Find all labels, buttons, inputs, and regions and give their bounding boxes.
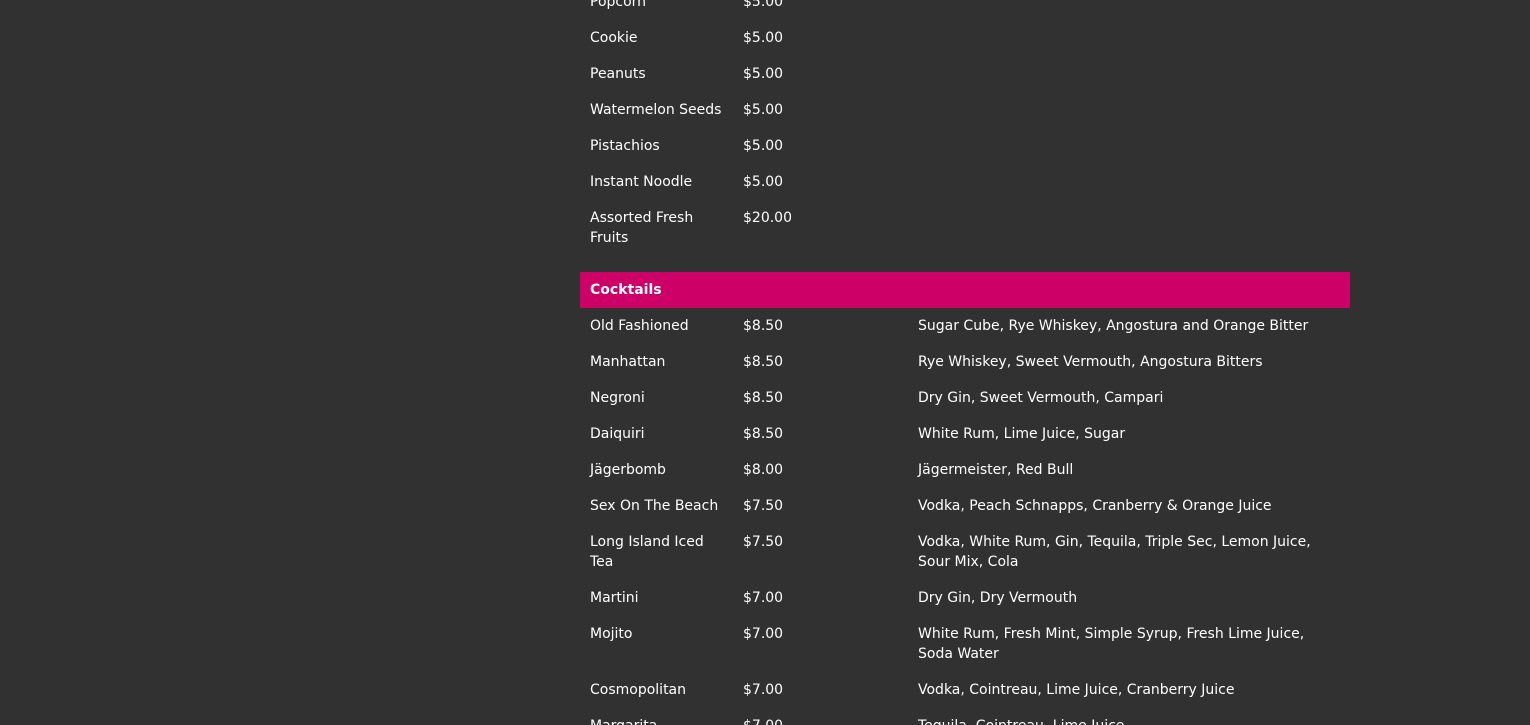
item-description: Vodka, Cointreau, Lime Juice, Cranberry …	[918, 682, 1235, 698]
item-price: $7.00	[743, 590, 784, 606]
menu-item-row: Pistachios $5.00	[580, 128, 1350, 164]
menu-item-row: Margarita $7.00 Tequila, Cointreau, Lime…	[580, 708, 1350, 725]
menu-item-row: Jägerbomb $8.00 Jägermeister, Red Bull	[580, 452, 1350, 488]
menu-item-row: Manhattan $8.50 Rye Whiskey, Sweet Vermo…	[580, 344, 1350, 380]
menu-item-row: Daiquiri $8.50 White Rum, Lime Juice, Su…	[580, 416, 1350, 452]
menu-item-row: Long Island Iced Tea $7.50 Vodka, White …	[580, 524, 1350, 580]
item-name: Margarita	[580, 708, 733, 725]
item-price: $5.00	[743, 66, 784, 82]
item-name: Martini	[590, 590, 639, 606]
item-name: Pistachios	[590, 138, 660, 154]
item-name: Mojito	[590, 626, 633, 642]
item-name: Long Island Iced Tea	[590, 534, 704, 570]
item-price: $8.50	[743, 318, 784, 334]
menu-table: Popcorn $5.00 Cookie $5.00 Peanuts $5.00…	[580, 0, 1350, 725]
item-price: $5.00	[743, 174, 784, 190]
item-name: Assorted Fresh Fruits	[590, 210, 694, 246]
item-price: $5.00	[743, 0, 784, 10]
menu-item-row: Instant Noodle $5.00	[580, 164, 1350, 200]
item-description	[908, 0, 1350, 20]
item-name: Daiquiri	[590, 426, 645, 442]
menu-item-row: Mojito $7.00 White Rum, Fresh Mint, Simp…	[580, 616, 1350, 672]
section-spacer	[580, 256, 1350, 272]
item-description: Vodka, Peach Schnapps, Cranberry & Orang…	[918, 498, 1272, 514]
item-price: $7.50	[743, 498, 784, 514]
item-name: Jägerbomb	[590, 462, 666, 478]
item-description: Jägermeister, Red Bull	[918, 462, 1074, 478]
section-title: Cocktails	[580, 272, 1350, 308]
item-description	[908, 92, 1350, 128]
item-price: $7.00	[743, 626, 784, 642]
item-description	[908, 164, 1350, 200]
item-description: Vodka, White Rum, Gin, Tequila, Triple S…	[918, 534, 1311, 570]
menu-item-row: Cosmopolitan $7.00 Vodka, Cointreau, Lim…	[580, 672, 1350, 708]
item-price: $8.00	[743, 462, 784, 478]
item-price: $8.50	[743, 354, 784, 370]
item-price: $8.50	[743, 390, 784, 406]
item-name: Cosmopolitan	[590, 682, 687, 698]
menu-item-row: Martini $7.00 Dry Gin, Dry Vermouth	[580, 580, 1350, 616]
item-name: Popcorn	[590, 0, 647, 10]
item-name: Negroni	[590, 390, 645, 406]
item-name: Watermelon Seeds	[590, 102, 722, 118]
item-description: White Rum, Fresh Mint, Simple Syrup, Fre…	[918, 626, 1305, 662]
item-description	[908, 20, 1350, 56]
item-name: Sex On The Beach	[590, 498, 719, 514]
item-price: $7.00	[733, 708, 908, 725]
item-description: Tequila, Cointreau, Lime Juice	[908, 708, 1350, 725]
item-description	[908, 56, 1350, 92]
menu-item-row: Old Fashioned $8.50 Sugar Cube, Rye Whis…	[580, 308, 1350, 344]
item-name: Cookie	[590, 30, 638, 46]
menu-container: Popcorn $5.00 Cookie $5.00 Peanuts $5.00…	[580, 0, 1350, 725]
menu-item-row: Assorted Fresh Fruits $20.00	[580, 200, 1350, 256]
item-description	[908, 200, 1350, 256]
item-price: $7.50	[743, 534, 784, 550]
item-price: $8.50	[743, 426, 784, 442]
menu-item-row: Cookie $5.00	[580, 20, 1350, 56]
item-name: Peanuts	[590, 66, 646, 82]
item-price: $5.00	[743, 138, 784, 154]
item-description: Dry Gin, Sweet Vermouth, Campari	[918, 390, 1164, 406]
item-description: Dry Gin, Dry Vermouth	[918, 590, 1078, 606]
item-name: Manhattan	[590, 354, 666, 370]
menu-item-row: Watermelon Seeds $5.00	[580, 92, 1350, 128]
item-description: Sugar Cube, Rye Whiskey, Angostura and O…	[918, 318, 1309, 334]
item-description: White Rum, Lime Juice, Sugar	[918, 426, 1126, 442]
item-price: $7.00	[743, 682, 784, 698]
item-price: $20.00	[743, 210, 792, 226]
item-price: $5.00	[743, 102, 784, 118]
item-name: Instant Noodle	[590, 174, 693, 190]
item-price: $5.00	[743, 30, 784, 46]
item-name: Old Fashioned	[590, 318, 689, 334]
menu-item-row: Popcorn $5.00	[580, 0, 1350, 20]
item-description	[908, 128, 1350, 164]
cocktails-section-header: Cocktails	[580, 272, 1350, 308]
item-description: Rye Whiskey, Sweet Vermouth, Angostura B…	[918, 354, 1263, 370]
menu-item-row: Sex On The Beach $7.50 Vodka, Peach Schn…	[580, 488, 1350, 524]
menu-item-row: Negroni $8.50 Dry Gin, Sweet Vermouth, C…	[580, 380, 1350, 416]
menu-item-row: Peanuts $5.00	[580, 56, 1350, 92]
